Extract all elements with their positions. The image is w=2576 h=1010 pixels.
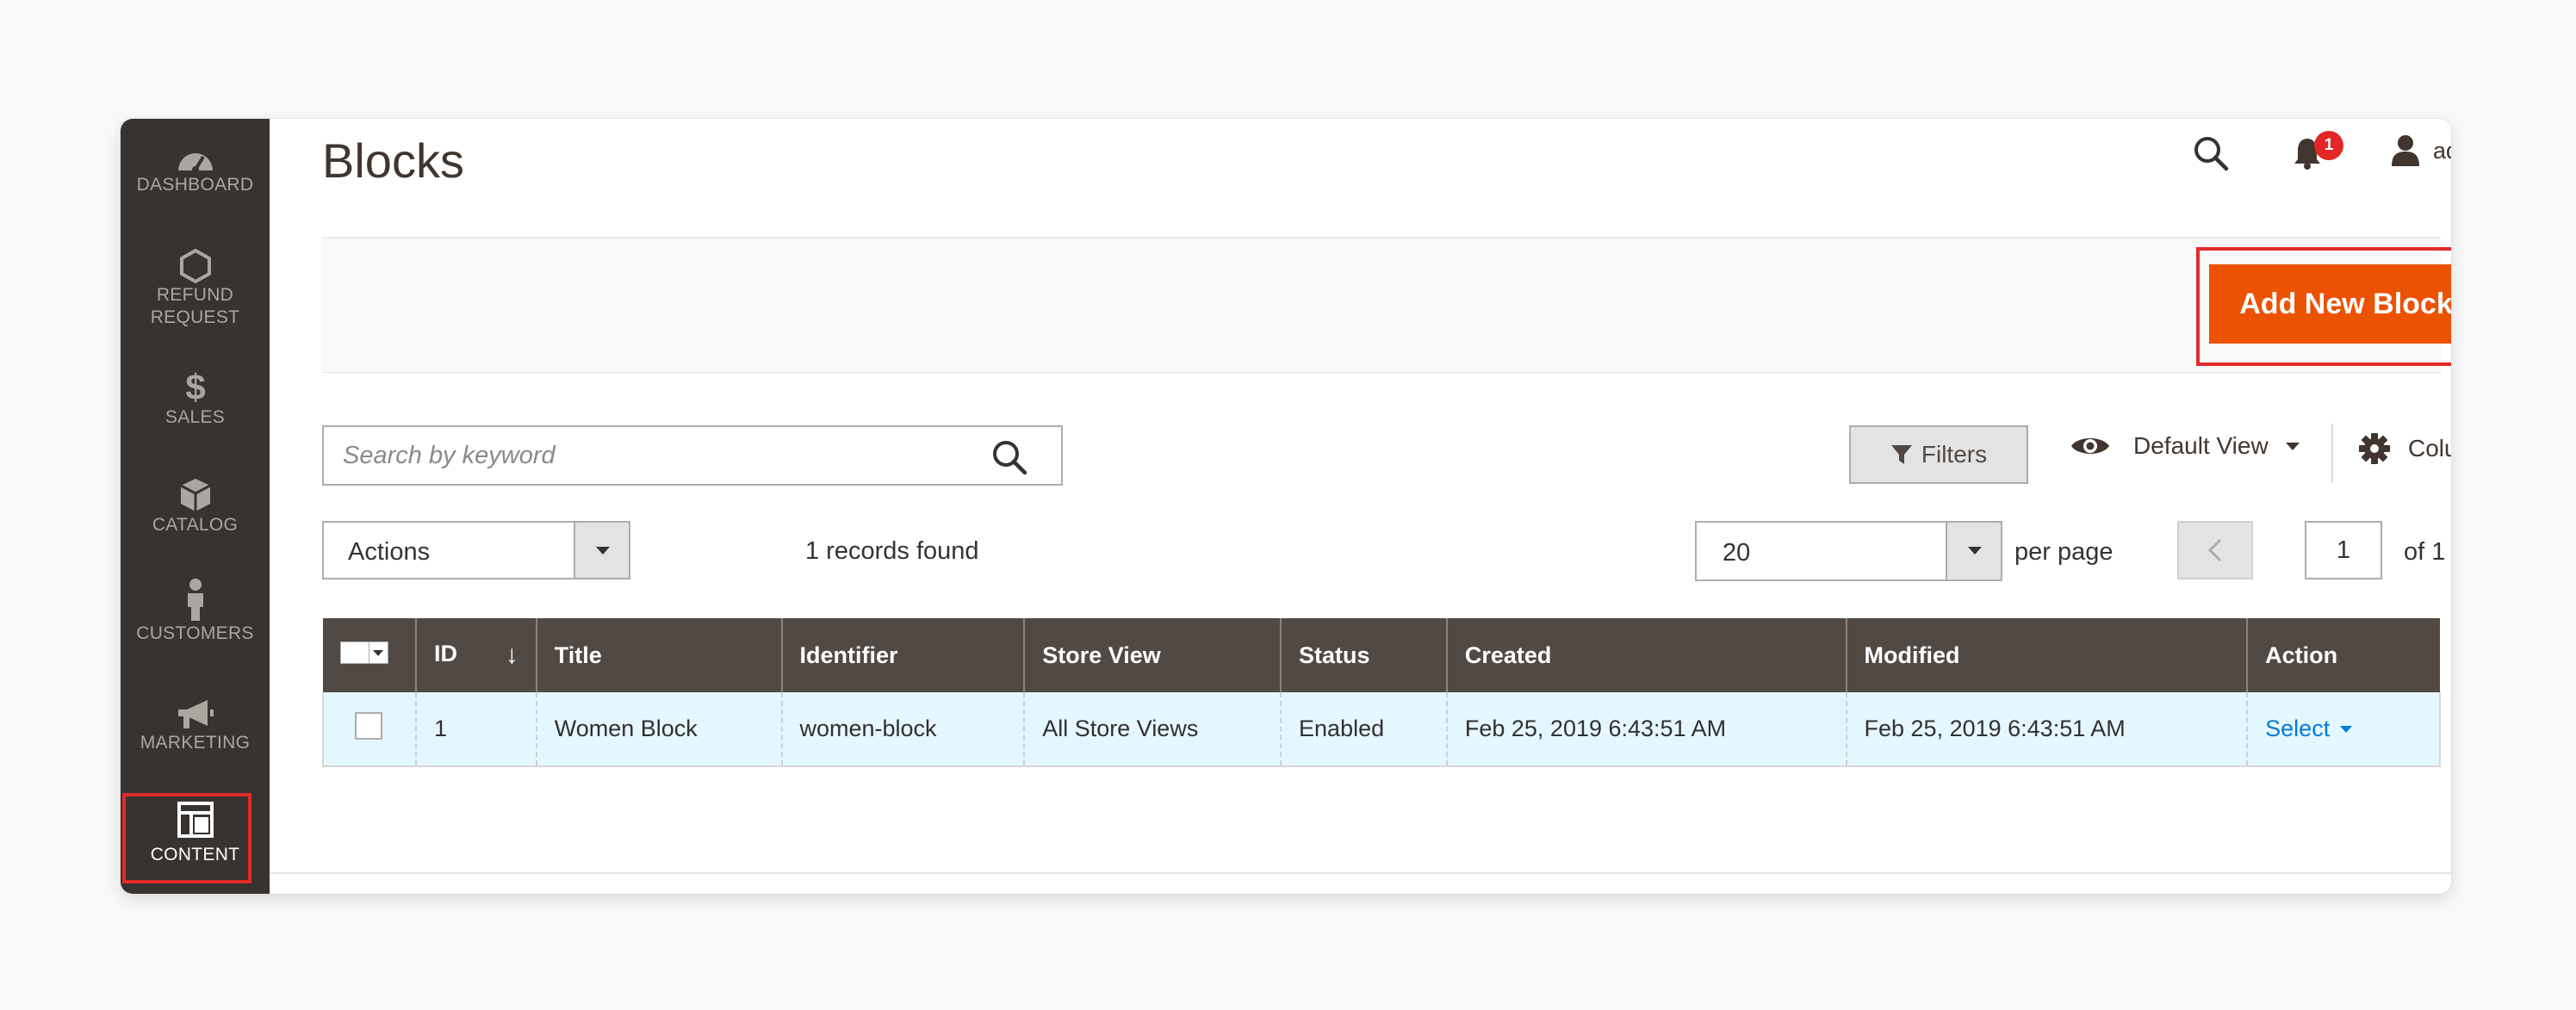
page-total: of 1 xyxy=(2404,538,2446,566)
page-title: Blocks xyxy=(322,133,464,188)
row-select-cell xyxy=(322,692,416,767)
mass-actions-value: Actions xyxy=(348,538,431,566)
grid-header-row: ID ↓ Title Identifier Store View Status … xyxy=(323,618,2440,692)
chevron-down-icon xyxy=(2340,725,2353,733)
previous-page-button[interactable] xyxy=(2177,521,2253,579)
table-row[interactable]: 1 Women Block women-block All Store View… xyxy=(322,692,2441,767)
sidebar-item-sales[interactable]: $ SALES xyxy=(121,367,270,429)
megaphone-icon xyxy=(177,700,214,728)
gear-icon xyxy=(2359,433,2390,464)
chevron-down-icon xyxy=(596,547,610,555)
columns-label: Columns xyxy=(2408,435,2451,462)
columns-control[interactable]: Columns xyxy=(2358,432,2451,465)
mass-select-header[interactable] xyxy=(323,618,416,692)
eye-icon xyxy=(2071,438,2109,454)
sidebar-item-label: DASHBOARD xyxy=(136,175,254,195)
cell-created: Feb 25, 2019 6:43:51 AM xyxy=(1445,692,1847,767)
column-header-id[interactable]: ID ↓ xyxy=(414,618,537,692)
sidebar-item-dashboard[interactable]: DASHBOARD xyxy=(121,145,270,196)
chevron-left-icon xyxy=(2207,538,2222,562)
row-checkbox[interactable] xyxy=(355,712,382,740)
per-page-select[interactable]: 20 xyxy=(1695,521,2002,581)
svg-text:$: $ xyxy=(185,367,205,406)
sidebar-item-marketing[interactable]: MARKETING xyxy=(121,697,270,754)
mass-actions-select[interactable]: Actions xyxy=(322,521,630,579)
mass-select-control[interactable] xyxy=(340,641,388,664)
main-content: Blocks 1 admin Add New Block xyxy=(270,119,2451,894)
sidebar-item-label: MARKETING xyxy=(140,733,251,753)
column-header-title[interactable]: Title xyxy=(535,618,782,692)
column-header-label: ID xyxy=(433,641,457,666)
cell-id: 1 xyxy=(414,692,537,767)
column-header-action: Action xyxy=(2246,618,2440,692)
cell-action: Select xyxy=(2246,692,2441,767)
admin-window: DASHBOARD REFUND REQUEST $ SALES CATALOG xyxy=(121,119,2451,894)
cell-modified: Feb 25, 2019 6:43:51 AM xyxy=(1845,692,2248,767)
sidebar-item-label: CUSTOMERS xyxy=(136,623,254,643)
cell-store-view: All Store Views xyxy=(1023,692,1282,767)
hexagon-icon xyxy=(179,248,211,284)
add-new-block-button[interactable]: Add New Block xyxy=(2209,264,2451,344)
user-menu[interactable]: admin xyxy=(2390,134,2451,167)
user-icon xyxy=(2392,135,2419,166)
cell-status: Enabled xyxy=(1280,692,1447,767)
view-switcher[interactable]: Default View xyxy=(2070,432,2300,460)
sidebar-item-label: REFUND REQUEST xyxy=(150,285,240,327)
sort-arrow-icon: ↓ xyxy=(505,641,518,669)
divider xyxy=(2331,424,2333,482)
person-icon xyxy=(187,579,203,621)
sidebar-item-customers[interactable]: CUSTOMERS xyxy=(121,578,270,645)
page-number-input[interactable]: 1 xyxy=(2305,521,2382,579)
per-page-label: per page xyxy=(2014,538,2114,566)
page-actions-bar xyxy=(322,237,2441,373)
notification-badge: 1 xyxy=(2314,131,2343,160)
filter-icon xyxy=(1890,445,1912,464)
cell-identifier: women-block xyxy=(780,692,1025,767)
column-header-store-view[interactable]: Store View xyxy=(1023,618,1282,692)
row-action-select[interactable]: Select xyxy=(2265,716,2353,742)
dashboard-icon xyxy=(177,153,213,173)
sidebar-item-catalog[interactable]: CATALOG xyxy=(121,476,270,536)
divider xyxy=(270,872,2451,874)
chevron-down-icon xyxy=(2285,442,2300,450)
records-count: 1 records found xyxy=(805,537,979,565)
column-header-created[interactable]: Created xyxy=(1445,618,1847,692)
filters-label: Filters xyxy=(1921,441,1988,468)
select-all-checkbox[interactable] xyxy=(340,641,369,664)
search-icon[interactable] xyxy=(2192,134,2230,172)
chevron-down-icon xyxy=(1968,547,1982,555)
sidebar-item-label: CATALOG xyxy=(152,515,239,535)
search-input[interactable] xyxy=(343,427,980,484)
column-header-modified[interactable]: Modified xyxy=(1845,618,2248,692)
cell-title: Women Block xyxy=(535,692,782,767)
mass-actions-toggle[interactable] xyxy=(574,523,629,578)
view-label: Default View xyxy=(2133,432,2269,459)
chevron-down-icon[interactable] xyxy=(369,641,388,664)
user-name: admin xyxy=(2433,137,2451,164)
filters-button[interactable]: Filters xyxy=(1849,425,2028,484)
keyword-search xyxy=(322,425,1063,486)
box-icon xyxy=(179,479,211,511)
column-header-identifier[interactable]: Identifier xyxy=(780,618,1025,692)
row-action-label: Select xyxy=(2265,716,2331,741)
blocks-grid: ID ↓ Title Identifier Store View Status … xyxy=(322,618,2441,767)
dollar-icon: $ xyxy=(185,367,205,406)
sidebar-item-refund-request[interactable]: REFUND REQUEST xyxy=(121,248,270,329)
admin-sidebar: DASHBOARD REFUND REQUEST $ SALES CATALOG xyxy=(121,119,270,894)
search-icon[interactable] xyxy=(990,438,1028,476)
column-header-status[interactable]: Status xyxy=(1280,618,1447,692)
highlight-frame xyxy=(122,793,251,883)
per-page-toggle[interactable] xyxy=(1946,523,2001,579)
sidebar-item-label: SALES xyxy=(164,407,226,427)
per-page-value: 20 xyxy=(1723,539,1751,567)
